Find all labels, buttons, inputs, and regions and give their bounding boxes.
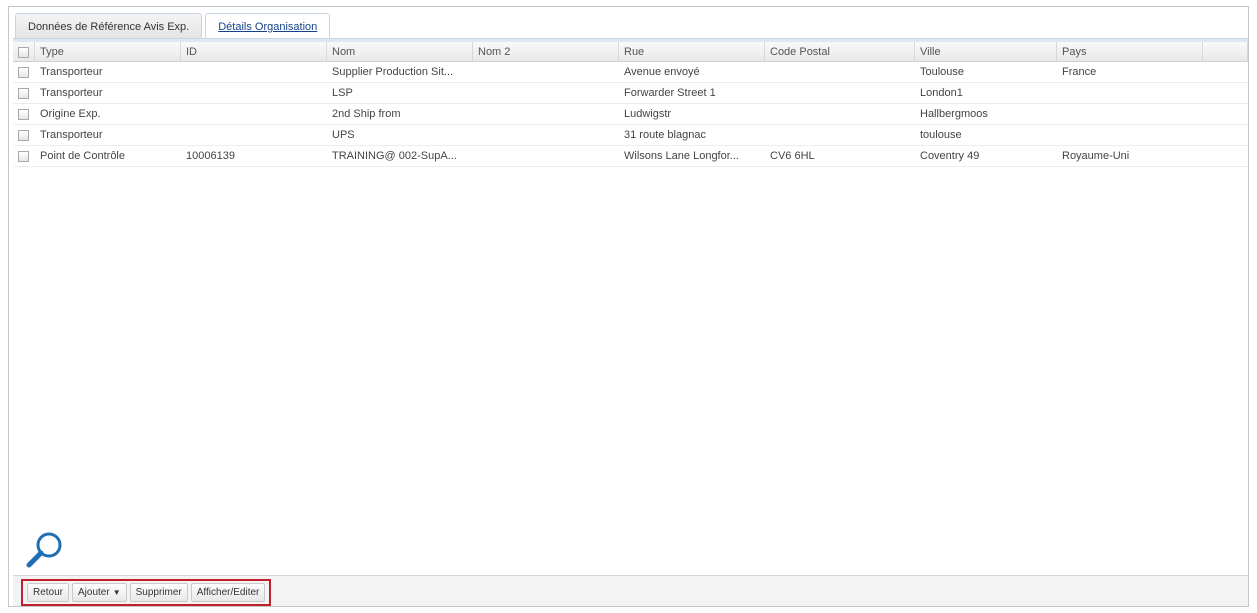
cell-code-postal (765, 125, 915, 146)
cell-type: Transporteur (40, 129, 103, 141)
cell-id: 10006139 (186, 150, 235, 162)
table-row[interactable]: Transporteur UPS 31 route blagnac toulou… (13, 125, 1248, 146)
ajouter-label: Ajouter (78, 587, 110, 598)
column-header-id[interactable]: ID (181, 42, 327, 62)
cell-nom: 2nd Ship from (332, 108, 401, 120)
row-select-cell (13, 62, 35, 83)
search-icon[interactable] (25, 529, 65, 569)
tab-details-organisation[interactable]: Détails Organisation (205, 13, 331, 39)
column-header-filler (1203, 42, 1248, 62)
cell-ville: Coventry 49 (920, 150, 980, 162)
cell-type: Origine Exp. (40, 108, 101, 120)
cell-code-postal (765, 104, 915, 125)
cell-rue: Wilsons Lane Longfor... (624, 150, 739, 162)
cell-pays: Royaume-Uni (1062, 150, 1130, 162)
cell-rue: Avenue envoyé (624, 66, 700, 78)
tab-donnees-reference[interactable]: Données de Référence Avis Exp. (15, 13, 203, 39)
column-header-nom[interactable]: Nom (327, 42, 473, 62)
reference-data-panel: Données de Référence Avis Exp. Détails O… (8, 6, 1249, 607)
cell-code-postal: CV6 6HL (770, 150, 815, 162)
cell-nom: LSP (332, 87, 353, 99)
column-header-nom2[interactable]: Nom 2 (473, 42, 619, 62)
column-header-code-postal[interactable]: Code Postal (765, 42, 915, 62)
cell-pays (1057, 83, 1203, 104)
cell-id (181, 62, 327, 83)
cell-pays (1057, 104, 1203, 125)
cell-ville: toulouse (920, 129, 962, 141)
column-header-ville[interactable]: Ville (915, 42, 1057, 62)
table-row[interactable]: Origine Exp. 2nd Ship from Ludwigstr Hal… (13, 104, 1248, 125)
cell-ville: Toulouse (920, 66, 965, 78)
bottom-toolbar: Retour Ajouter ▼ Supprimer Afficher/Edite… (13, 575, 1248, 606)
cell-pays (1057, 125, 1203, 146)
ajouter-button[interactable]: Ajouter ▼ (72, 583, 127, 602)
cell-id (181, 104, 327, 125)
cell-rue: 31 route blagnac (624, 129, 706, 141)
cell-rue: Ludwigstr (624, 108, 672, 120)
cell-ville: London1 (920, 87, 963, 99)
row-checkbox[interactable] (18, 67, 29, 78)
row-select-cell (13, 125, 35, 146)
afficher-editer-button[interactable]: Afficher/Editer (190, 583, 266, 602)
row-checkbox[interactable] (18, 130, 29, 141)
cell-nom: TRAINING@ 002-SupA... (332, 150, 457, 162)
cell-type: Transporteur (40, 66, 103, 78)
cell-nom2 (473, 125, 619, 146)
row-checkbox[interactable] (18, 88, 29, 99)
cell-nom: Supplier Production Sit... (332, 66, 454, 78)
cell-nom2 (473, 104, 619, 125)
highlighted-button-group: Retour Ajouter ▼ Supprimer Afficher/Edite… (21, 579, 272, 606)
cell-nom2 (473, 146, 619, 167)
cell-nom2 (473, 83, 619, 104)
row-select-cell (13, 104, 35, 125)
row-checkbox[interactable] (18, 151, 29, 162)
cell-type: Transporteur (40, 87, 103, 99)
table-row[interactable]: Transporteur Supplier Production Sit... … (13, 62, 1248, 83)
cell-pays: France (1062, 66, 1097, 78)
cell-nom: UPS (332, 129, 355, 141)
supprimer-button[interactable]: Supprimer (129, 583, 188, 602)
row-checkbox[interactable] (18, 109, 29, 120)
row-select-cell (13, 146, 35, 167)
cell-nom2 (473, 62, 619, 83)
cell-type: Point de Contrôle (40, 150, 125, 162)
caret-down-icon: ▼ (112, 588, 121, 597)
column-header-pays[interactable]: Pays (1057, 42, 1203, 62)
column-header-rue[interactable]: Rue (619, 42, 765, 62)
cell-id (181, 83, 327, 104)
row-select-cell (13, 83, 35, 104)
retour-button[interactable]: Retour (27, 583, 70, 602)
column-header-type[interactable]: Type (35, 42, 181, 62)
cell-code-postal (765, 83, 915, 104)
cell-code-postal (765, 62, 915, 83)
table-row[interactable]: Point de Contrôle 10006139 TRAINING@ 002… (13, 146, 1248, 167)
partner-grid: Type ID Nom Nom 2 Rue Code Postal Ville … (13, 42, 1248, 167)
cell-id (181, 125, 327, 146)
cell-ville: Hallbergmoos (920, 108, 988, 120)
tab-bar: Données de Référence Avis Exp. Détails O… (15, 13, 331, 39)
grid-header: Type ID Nom Nom 2 Rue Code Postal Ville … (13, 42, 1248, 62)
table-row[interactable]: Transporteur LSP Forwarder Street 1 Lond… (13, 83, 1248, 104)
select-all-checkbox[interactable] (18, 46, 29, 58)
cell-rue: Forwarder Street 1 (624, 87, 716, 99)
select-all-cell (13, 42, 35, 62)
